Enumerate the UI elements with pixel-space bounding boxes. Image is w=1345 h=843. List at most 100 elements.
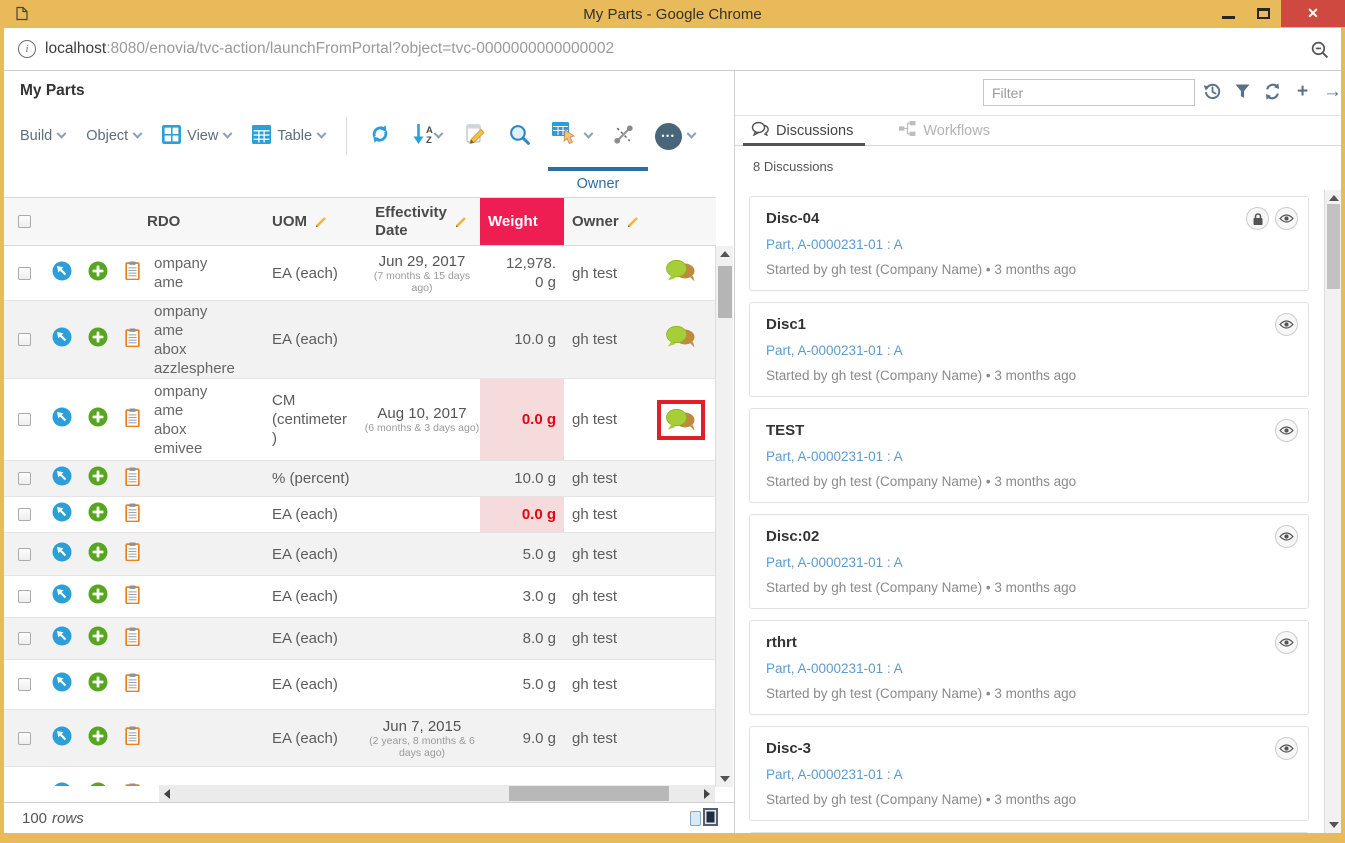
horizontal-scroll-thumb[interactable]	[509, 786, 669, 801]
column-header-rdo[interactable]: RDO	[148, 212, 180, 231]
clipboard-icon[interactable]	[125, 503, 140, 527]
navigate-icon[interactable]	[52, 542, 72, 567]
clipboard-icon[interactable]	[125, 673, 140, 697]
column-header-effectivity[interactable]: EffectivityDate	[375, 204, 469, 240]
sort-button[interactable]: AZ	[413, 123, 442, 149]
page-view-icon[interactable]	[690, 811, 701, 826]
discussion-part-link[interactable]: Part, A-0000231-01 : A	[766, 661, 1292, 676]
discussion-chat-icon[interactable]	[665, 324, 697, 355]
add-part-icon[interactable]	[88, 672, 108, 697]
scroll-right-arrow[interactable]	[704, 789, 710, 799]
tab-discussions[interactable]: Discussions	[747, 116, 857, 145]
row-checkbox[interactable]	[18, 333, 31, 346]
table-vertical-scrollbar[interactable]	[715, 246, 733, 787]
add-part-icon[interactable]	[88, 261, 108, 286]
add-part-icon[interactable]	[88, 502, 108, 527]
panel-scrollbar[interactable]	[1324, 190, 1341, 833]
row-checkbox[interactable]	[18, 472, 31, 485]
edit-button[interactable]	[463, 122, 487, 150]
eye-icon[interactable]	[1275, 525, 1298, 548]
navigate-icon[interactable]	[52, 626, 72, 651]
table-row[interactable]: ompany ame abox azzlesphere EA (each) 10…	[4, 301, 716, 379]
clipboard-icon[interactable]	[125, 726, 140, 750]
table-horizontal-scrollbar[interactable]	[159, 785, 715, 802]
eye-icon[interactable]	[1275, 207, 1298, 230]
scroll-down-arrow[interactable]	[1329, 822, 1339, 828]
table-row[interactable]: EA (each) 5.0 g gh test	[4, 533, 716, 576]
object-menu[interactable]: Object	[86, 128, 141, 144]
zoom-out-icon[interactable]	[1310, 40, 1329, 64]
add-part-icon[interactable]	[88, 584, 108, 609]
add-part-icon[interactable]	[88, 407, 108, 432]
add-icon[interactable]: +	[1293, 82, 1312, 101]
clipboard-icon[interactable]	[125, 261, 140, 285]
search-button[interactable]	[508, 123, 531, 150]
discussion-chat-icon[interactable]	[657, 400, 705, 440]
row-checkbox[interactable]	[18, 508, 31, 521]
panel-scroll-thumb[interactable]	[1327, 204, 1340, 289]
table-row[interactable]: EA (each) 0.0 g gh test	[4, 497, 716, 533]
select-all-checkbox[interactable]	[18, 215, 31, 228]
discussion-card[interactable]: Disc-3 Part, A-0000231-01 : A Started by…	[749, 726, 1309, 821]
more-menu[interactable]: •••	[655, 123, 695, 150]
close-button[interactable]: ✕	[1281, 0, 1345, 27]
row-checkbox[interactable]	[18, 413, 31, 426]
minimize-button[interactable]	[1211, 0, 1246, 27]
info-icon[interactable]: i	[18, 40, 36, 58]
table-row[interactable]: % (percent) 10.0 g gh test	[4, 461, 716, 497]
maximize-button[interactable]	[1246, 0, 1281, 27]
row-checkbox[interactable]	[18, 632, 31, 645]
clipboard-icon[interactable]	[125, 585, 140, 609]
navigate-icon[interactable]	[52, 782, 72, 786]
history-icon[interactable]	[1203, 82, 1222, 101]
discussion-chat-icon[interactable]	[665, 258, 697, 289]
add-part-icon[interactable]	[88, 782, 108, 786]
discussion-card[interactable]: Disc1 Part, A-0000231-01 : A Started by …	[749, 302, 1309, 397]
column-actions-menu[interactable]	[552, 122, 592, 151]
eye-icon[interactable]	[1275, 313, 1298, 336]
table-row[interactable]: EA (each) 8.0 g gh test	[4, 618, 716, 660]
add-part-icon[interactable]	[88, 327, 108, 352]
discussion-part-link[interactable]: Part, A-0000231-01 : A	[766, 343, 1292, 358]
eye-icon[interactable]	[1275, 737, 1298, 760]
clipboard-icon[interactable]	[125, 467, 140, 491]
navigate-icon[interactable]	[52, 261, 72, 286]
discussion-part-link[interactable]: Part, A-0000231-01 : A	[766, 555, 1292, 570]
add-part-icon[interactable]	[88, 626, 108, 651]
discussion-card[interactable]: rthrt Part, A-0000231-01 : A Started by …	[749, 620, 1309, 715]
eye-icon[interactable]	[1275, 419, 1298, 442]
row-checkbox[interactable]	[18, 590, 31, 603]
discussion-card[interactable]: TEST Part, A-0000231-01 : A Started by g…	[749, 408, 1309, 503]
connect-button[interactable]	[613, 124, 634, 149]
address-text[interactable]: localhost:8080/enovia/tvc-action/launchF…	[45, 40, 614, 58]
expand-panel-icon[interactable]: →	[1323, 82, 1341, 101]
row-checkbox[interactable]	[18, 267, 31, 280]
navigate-icon[interactable]	[52, 502, 72, 527]
scroll-up-arrow[interactable]	[1329, 195, 1339, 201]
row-checkbox[interactable]	[18, 732, 31, 745]
vertical-scroll-thumb[interactable]	[718, 266, 732, 318]
discussion-part-link[interactable]: Part, A-0000231-01 : A	[766, 767, 1292, 782]
view-menu[interactable]: View	[162, 125, 231, 148]
table-row[interactable]: EA (each) Jun 7, 2015 (2 years, 8 months…	[4, 710, 716, 767]
navigate-icon[interactable]	[52, 407, 72, 432]
add-part-icon[interactable]	[88, 466, 108, 491]
table-row[interactable]: ompany ame EA (each) Jun 29, 2017 (7 mon…	[4, 246, 716, 301]
clipboard-icon[interactable]	[125, 328, 140, 352]
scroll-up-arrow[interactable]	[720, 251, 730, 257]
add-part-icon[interactable]	[88, 726, 108, 751]
navigate-icon[interactable]	[52, 726, 72, 751]
refresh-button[interactable]	[368, 122, 392, 150]
url-bar[interactable]: i localhost:8080/enovia/tvc-action/launc…	[4, 28, 1341, 71]
filter-funnel-icon[interactable]	[1233, 82, 1252, 101]
discussion-part-link[interactable]: Part, A-0000231-01 : A	[766, 237, 1292, 252]
table-row[interactable]: EA (each) 5.0 g gh test	[4, 660, 716, 710]
discussion-card[interactable]: Disc-04 Part, A-0000231-01 : A Started b…	[749, 196, 1309, 291]
filter-input[interactable]	[983, 79, 1195, 106]
clipboard-icon[interactable]	[125, 408, 140, 432]
column-header-owner[interactable]: Owner	[572, 213, 641, 230]
column-header-weight[interactable]: Weight	[480, 198, 564, 245]
build-menu[interactable]: Build	[20, 128, 65, 144]
add-part-icon[interactable]	[88, 542, 108, 567]
clipboard-icon[interactable]	[125, 783, 140, 787]
